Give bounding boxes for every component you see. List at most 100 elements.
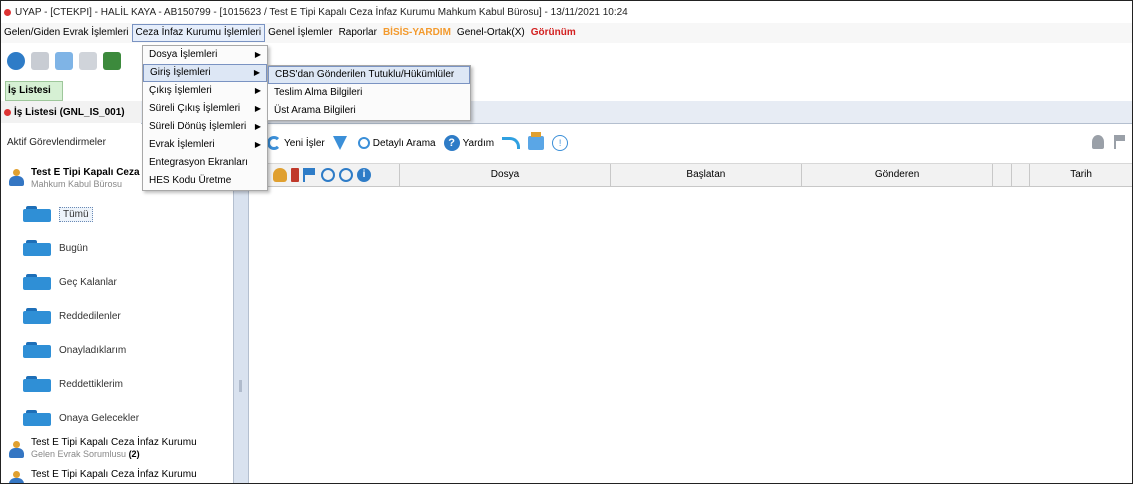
folder-icon	[23, 274, 51, 290]
folder-item-reddedilenler[interactable]: Reddedilenler	[23, 305, 223, 327]
submenu-arrow-icon: ▶	[254, 140, 261, 149]
column-gonderen[interactable]: Gönderen	[802, 164, 994, 186]
close-icon[interactable]	[31, 52, 49, 70]
folder-label: Tümü	[59, 206, 93, 222]
detayli-arama-button[interactable]: Detaylı Arama	[357, 137, 436, 149]
menu-gorunum[interactable]: Görünüm	[528, 24, 579, 42]
folder-icon	[23, 206, 51, 222]
award-icon[interactable]	[1092, 135, 1104, 149]
menu-item-entegrasyon[interactable]: Entegrasyon Ekranları	[143, 154, 267, 172]
info-button[interactable]: !	[552, 135, 569, 151]
document-icon[interactable]	[79, 52, 97, 70]
flag-icon[interactable]	[1114, 135, 1128, 149]
tree-child-count: (2)	[128, 449, 140, 459]
help-icon[interactable]	[7, 52, 25, 70]
tree-child-node-2[interactable]: Test E Tipi Kapalı Ceza İnfaz Kurumu	[9, 469, 233, 483]
menu-bisis-yardim[interactable]: BİSİS-YARDIM	[380, 24, 454, 42]
yeni-isler-label: Yeni İşler	[284, 137, 325, 149]
timer-column-icon	[339, 168, 353, 182]
yardim-label: Yardım	[462, 137, 495, 149]
folder-icon	[23, 342, 51, 358]
grid-icon-columns[interactable]: i	[247, 164, 401, 186]
grid-header: i Dosya Başlatan Gönderen Tarih	[247, 163, 1132, 187]
menu-item-dosya-islemleri[interactable]: Dosya İşlemleri ▶	[143, 46, 267, 64]
app-status-icon	[4, 8, 11, 16]
window-title: UYAP - [CTEKPI] - HALİL KAYA - AB150799 …	[15, 6, 628, 18]
main-toolbar	[1, 43, 147, 79]
yardim-button[interactable]: ? Yardım	[443, 135, 495, 151]
folder-item-reddettiklerim[interactable]: Reddettiklerim	[23, 373, 223, 395]
tree-child-title: Test E Tipi Kapalı Ceza İnfaz Kurumu	[31, 469, 197, 480]
folder-icon	[23, 240, 51, 256]
folder-icon	[23, 376, 51, 392]
menu-item-evrak-islemleri[interactable]: Evrak İşlemleri ▶	[143, 136, 267, 154]
tree-root-title: Test E Tipi Kapalı Ceza İ	[31, 167, 146, 178]
menu-item-sureli-donus[interactable]: Süreli Dönüş İşlemleri ▶	[143, 118, 267, 136]
is-listesi-tab[interactable]: İş Listesi	[5, 81, 63, 101]
person-icon	[9, 471, 24, 483]
menu-genel-islemler[interactable]: Genel İşlemler	[265, 24, 335, 42]
is-listesi-title[interactable]: İş Listesi (GNL_IS_001)	[1, 101, 141, 123]
menu-item-ust-arama[interactable]: Üst Arama Bilgileri	[268, 102, 470, 120]
folder-icon	[23, 410, 51, 426]
help-icon: ?	[443, 135, 460, 151]
folder-item-gec-kalanlar[interactable]: Geç Kalanlar	[23, 271, 223, 293]
folder-label: Onaya Gelecekler	[59, 412, 140, 424]
menu-item-teslim-alma[interactable]: Teslim Alma Bilgileri	[268, 84, 470, 102]
printer-icon	[528, 132, 545, 150]
folder-item-tumu[interactable]: Tümü	[23, 203, 223, 225]
menu-ceza-infaz-kurumu[interactable]: Ceza İnfaz Kurumu İşlemleri	[131, 24, 266, 42]
title-bar: UYAP - [CTEKPI] - HALİL KAYA - AB150799 …	[1, 1, 1132, 23]
status-dot-icon	[4, 108, 11, 116]
column-baslatan[interactable]: Başlatan	[611, 164, 802, 186]
submenu-arrow-icon: ▶	[254, 104, 261, 113]
submenu-arrow-icon: ▶	[254, 50, 261, 59]
submenu-arrow-icon: ▶	[254, 122, 261, 131]
menu-gelen-giden-evrak[interactable]: Gelen/Giden Evrak İşlemleri	[1, 24, 132, 42]
is-listesi-label: İş Listesi (GNL_IS_001)	[14, 106, 125, 118]
folder-label: Onayladıklarım	[59, 344, 127, 356]
folder-item-bugun[interactable]: Bugün	[23, 237, 223, 259]
print-button[interactable]	[528, 132, 545, 150]
tree-root-subtitle: Mahkum Kabul Bürosu	[31, 179, 123, 189]
ceza-infaz-menu: Dosya İşlemleri ▶ Giriş İşlemleri ▶ Çıkış …	[142, 45, 268, 191]
info-icon: !	[552, 135, 569, 151]
giris-islemleri-submenu: CBS'dan Gönderilen Tutuklu/Hükümlüler Te…	[267, 65, 471, 121]
submenu-arrow-icon: ▶	[254, 86, 261, 95]
menu-item-cbs-gonderilen[interactable]: CBS'dan Gönderilen Tutuklu/Hükümlüler	[268, 66, 470, 84]
menu-item-hes-kodu[interactable]: HES Kodu Üretme	[143, 172, 267, 190]
column-spacer-1[interactable]	[993, 164, 1012, 186]
redo-arrow-icon	[502, 137, 521, 149]
column-tarih[interactable]: Tarih	[1030, 164, 1132, 186]
menu-bar: Gelen/Giden Evrak İşlemleri Ceza İnfaz K…	[1, 23, 1132, 43]
tree-child-subtitle: Gelen Evrak Sorumlusu (2)	[31, 449, 140, 459]
folder-label: Reddettiklerim	[59, 378, 123, 390]
column-dosya[interactable]: Dosya	[400, 164, 611, 186]
yeni-isler-button[interactable]: Yeni İşler	[267, 136, 325, 150]
menu-raporlar[interactable]: Raporlar	[336, 24, 380, 42]
menu-item-cikis-islemleri[interactable]: Çıkış İşlemleri ▶	[143, 82, 267, 100]
folder-item-onaya-gelecekler[interactable]: Onaya Gelecekler	[23, 407, 223, 429]
detayli-arama-label: Detaylı Arama	[372, 137, 436, 149]
aktif-gorevlendirmeler[interactable]: Aktif Görevlendirmeler	[1, 125, 147, 161]
book-icon[interactable]	[103, 52, 121, 70]
person-column-icon	[273, 168, 287, 182]
worklist-toolbar: Yeni İşler Detaylı Arama ? Yardım !	[247, 125, 1132, 161]
document-column-icon	[291, 168, 299, 182]
person-icon	[9, 169, 24, 187]
tree-child-node[interactable]: Test E Tipi Kapalı Ceza İnfaz Kurumu Gel…	[9, 437, 233, 465]
folder-item-onayladiklarim[interactable]: Onayladıklarım	[23, 339, 223, 361]
search-icon	[357, 137, 370, 149]
network-icon[interactable]	[55, 52, 73, 70]
app-window: UYAP - [CTEKPI] - HALİL KAYA - AB150799 …	[0, 0, 1133, 484]
splitter-grip[interactable]	[239, 380, 242, 392]
clock-column-icon	[321, 168, 335, 182]
menu-item-giris-islemleri[interactable]: Giriş İşlemleri ▶	[143, 64, 267, 82]
folder-label: Geç Kalanlar	[59, 276, 117, 288]
menu-item-sureli-cikis[interactable]: Süreli Çıkış İşlemleri ▶	[143, 100, 267, 118]
column-spacer-2[interactable]	[1012, 164, 1031, 186]
menu-genel-ortak[interactable]: Genel-Ortak(X)	[454, 24, 528, 42]
download-button[interactable]	[332, 136, 350, 150]
forward-button[interactable]	[502, 137, 521, 149]
folder-icon	[23, 308, 51, 324]
